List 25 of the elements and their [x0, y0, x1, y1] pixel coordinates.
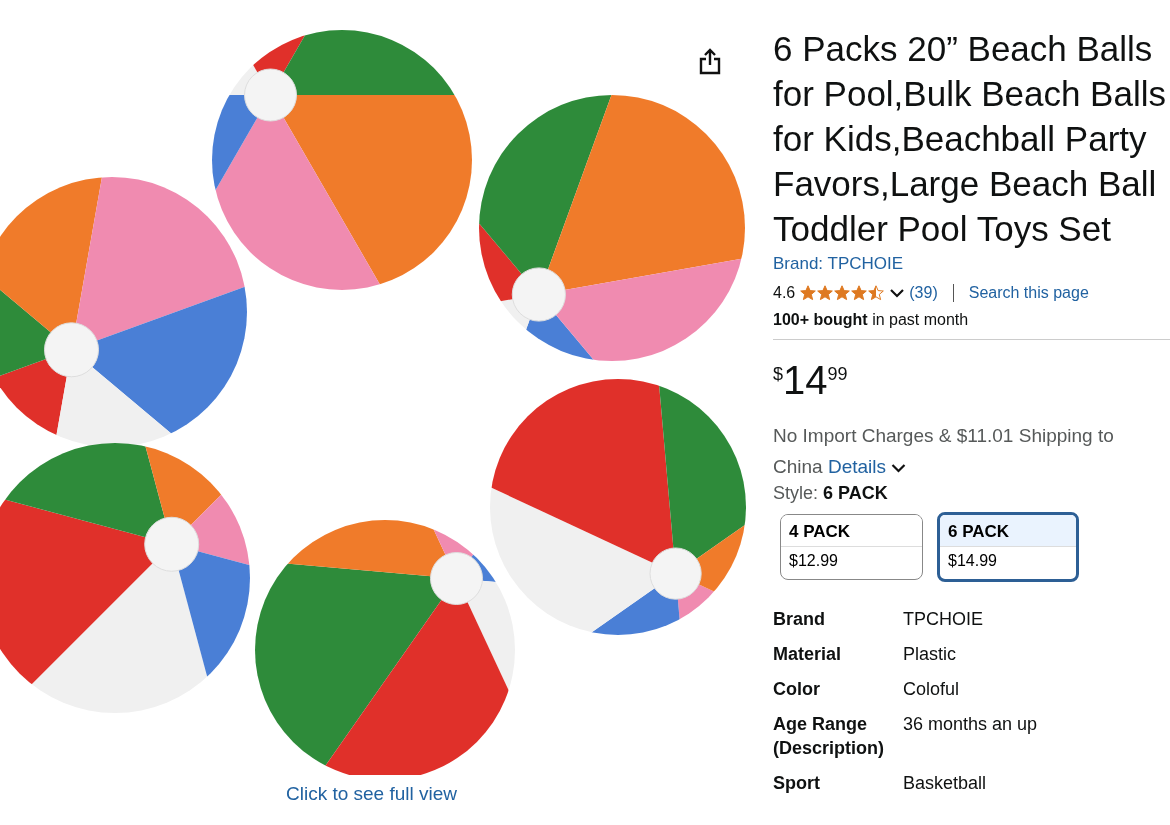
product-title: 6 Packs 20” Beach Balls for Pool,Bulk Beach Balls for Kids,Beachball Party Favors,Large Beach Ball Toddler Pool Toys Set [773, 28, 1167, 250]
chevron-down-icon[interactable] [890, 288, 905, 298]
spec-name: Material [773, 643, 843, 666]
rating-value: 4.6 [773, 284, 796, 302]
spec-name: Sport [773, 772, 821, 795]
spec-value: Basketball [903, 772, 988, 795]
spec-value: TPCHOIE [903, 608, 984, 631]
share-icon[interactable] [698, 47, 722, 75]
bought-count: 100+ bought in past month [773, 311, 970, 329]
style-label: Style: 6 PACK [773, 483, 889, 504]
style-option[interactable]: 4 PACK $12.99 [780, 514, 923, 580]
details-link[interactable]: Details [827, 456, 886, 477]
brand-link[interactable]: Brand: TPCHOIE [773, 254, 904, 274]
search-page-link[interactable]: Search this page [968, 284, 1089, 302]
spec-name: Age Range (Description) [773, 713, 885, 760]
spec-value: 36 months an up [903, 713, 1039, 736]
full-view-link[interactable]: Click to see full view [285, 783, 458, 805]
spec-name: Color [773, 678, 821, 701]
spec-name: Brand [773, 608, 826, 631]
chevron-down-icon[interactable] [891, 463, 907, 473]
style-option[interactable]: 6 PACK $14.99 [937, 512, 1079, 582]
shipping-info: No Import Charges & $11.01 Shipping to China Details [773, 424, 1115, 479]
spec-value: Coloful [903, 678, 961, 701]
spec-value: Plastic [903, 643, 957, 666]
review-count-link[interactable]: (39) [909, 284, 938, 302]
